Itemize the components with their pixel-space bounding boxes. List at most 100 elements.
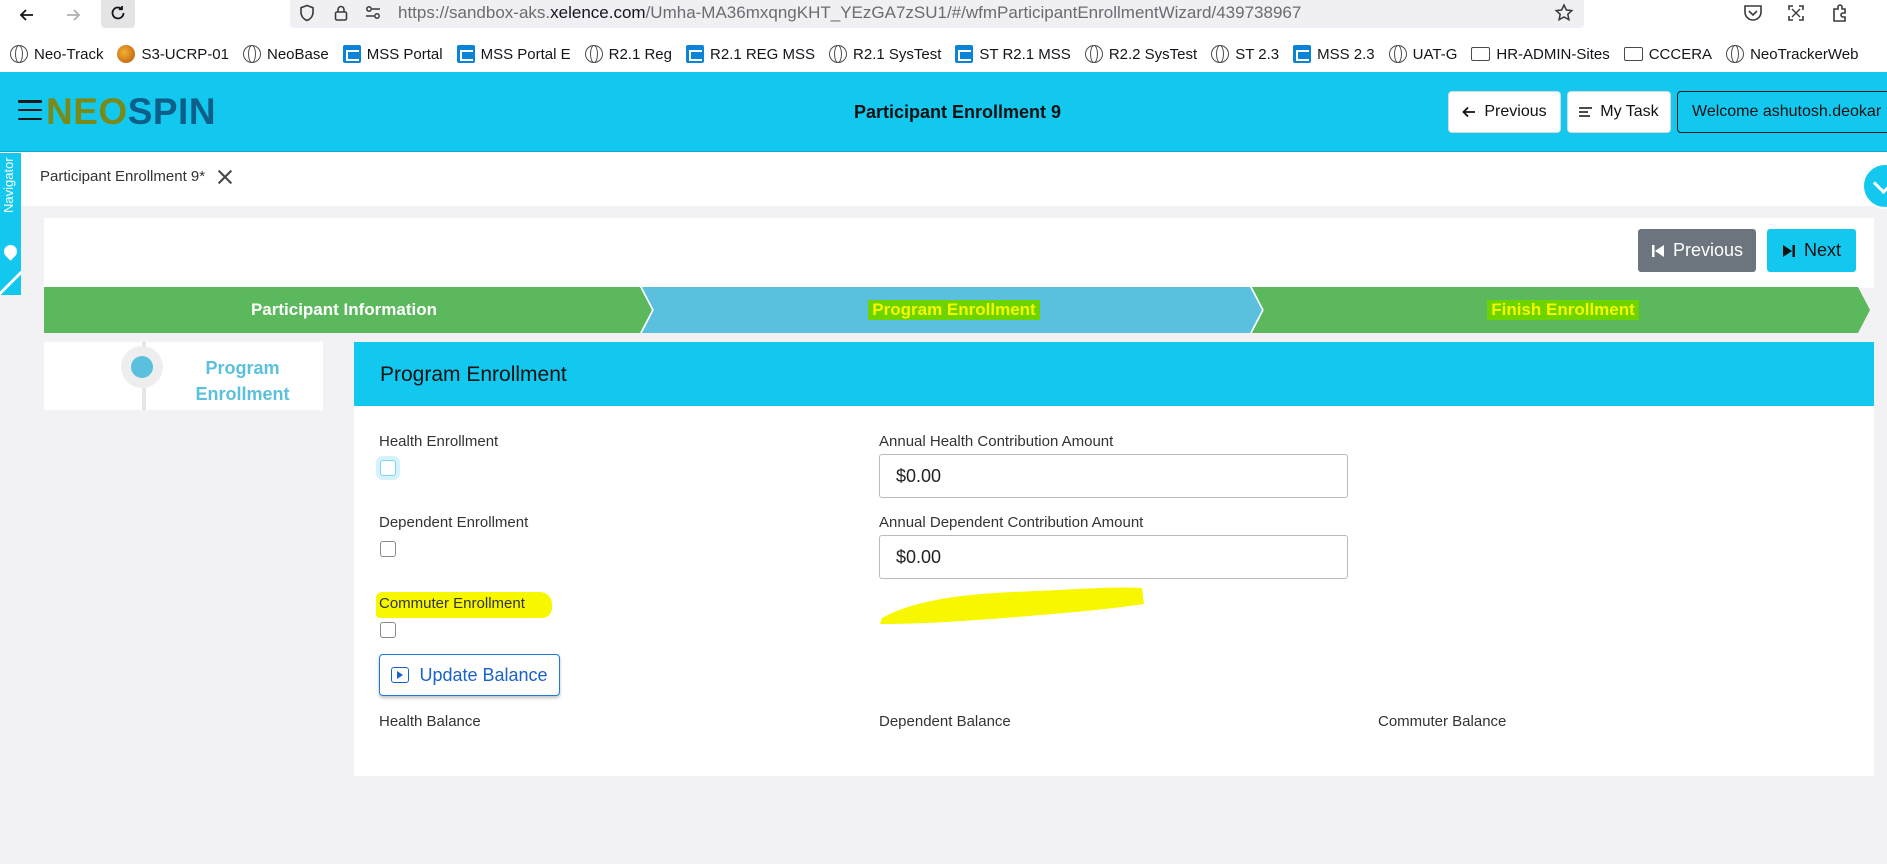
wizard-next-label: Next	[1803, 240, 1841, 260]
step-finish-enrollment[interactable]: Finish Enrollment	[1263, 287, 1863, 333]
user-menu-dropdown[interactable]: Welcome ashutosh.deokar	[1677, 91, 1887, 133]
bookmark-label: ST 2.3	[1235, 45, 1280, 63]
url-prefix: https://sandbox-aks.	[398, 3, 551, 22]
bookmark-item[interactable]: R2.1 SysTest	[829, 45, 941, 63]
bookmark-item[interactable]: Neo-Track	[10, 45, 103, 63]
back-button[interactable]	[12, 2, 42, 28]
bookmark-label: ST R2.1 MSS	[979, 45, 1071, 63]
current-step-dot	[131, 356, 153, 378]
url-path: /Umha-MA36mxqngKHT_YEzGA7zSU1/#/wfmParti…	[645, 3, 1302, 22]
panel-header	[354, 342, 1874, 406]
bookmark-item[interactable]: S3-UCRP-01	[117, 45, 229, 63]
my-task-label: My Task	[1600, 103, 1659, 120]
skip-back-icon	[1651, 244, 1664, 257]
mss-icon	[955, 45, 974, 63]
tab-bar	[0, 152, 1887, 206]
header-previous-label: Previous	[1484, 103, 1547, 120]
bookmark-label: CCCERA	[1648, 45, 1713, 63]
bookmark-label: R2.1 Reg	[608, 45, 672, 63]
bookmark-item[interactable]: MSS 2.3	[1293, 45, 1375, 63]
bookmark-item[interactable]: UAT-G	[1388, 45, 1457, 63]
globe-icon	[1084, 45, 1103, 63]
bookmark-item[interactable]: R2.2 SysTest	[1084, 45, 1198, 63]
globe-icon	[1726, 45, 1745, 63]
commuter-balance-label: Commuter Balance	[1378, 713, 1507, 730]
welcome-label: Welcome ashutosh.deokar	[1692, 103, 1882, 120]
annual-health-contribution-label: Annual Health Contribution Amount	[879, 433, 1114, 450]
site-permissions-icon[interactable]	[364, 4, 382, 22]
panel-title: Program Enrollment	[380, 363, 567, 386]
bookmark-item[interactable]: ST R2.1 MSS	[955, 45, 1071, 63]
screenshot-icon[interactable]	[1785, 2, 1807, 24]
address-bar[interactable]: https://sandbox-aks.xelence.com/Umha-MA3…	[290, 0, 1584, 28]
side-step-label[interactable]: Program Enrollment	[180, 355, 305, 407]
pocket-icon[interactable]	[1742, 2, 1764, 24]
wizard-toolbar	[44, 218, 1874, 288]
wizard-steps: Participant Information Program Enrollme…	[44, 287, 1870, 333]
bookmark-label: R2.1 REG MSS	[709, 45, 816, 63]
bookmark-item[interactable]: NeoTrackerWeb	[1726, 45, 1858, 63]
bookmark-item[interactable]: MSS Portal E	[456, 45, 571, 63]
update-balance-label: Update Balance	[419, 664, 548, 685]
dependent-enrollment-checkbox[interactable]	[380, 541, 396, 557]
step-program-enrollment[interactable]: Program Enrollment	[654, 287, 1254, 333]
header-previous-button[interactable]: Previous	[1448, 91, 1561, 133]
bookmark-item[interactable]: R2.1 REG MSS	[685, 45, 816, 63]
globe-icon	[1388, 45, 1407, 63]
shield-icon[interactable]	[298, 4, 316, 22]
bookmark-label: NeoTrackerWeb	[1750, 45, 1859, 63]
wizard-previous-button[interactable]: Previous	[1638, 229, 1756, 272]
arrow-left-icon	[1462, 106, 1476, 118]
bookmark-item[interactable]: NeoBase	[243, 45, 329, 63]
bookmark-item[interactable]: ST 2.3	[1211, 45, 1279, 63]
bookmark-label: MSS Portal E	[480, 45, 571, 63]
location-pin-icon	[1, 242, 20, 261]
folder-icon	[1623, 47, 1643, 61]
commuter-enrollment-label: Commuter Enrollment	[379, 595, 525, 612]
bookmark-item[interactable]: MSS Portal	[342, 45, 443, 63]
extensions-icon[interactable]	[1828, 2, 1850, 24]
bookmark-label: MSS Portal	[366, 45, 443, 63]
step-participant-information[interactable]: Participant Information	[44, 287, 644, 333]
bookmark-label: R2.2 SysTest	[1108, 45, 1198, 63]
wizard-previous-label: Previous	[1672, 240, 1744, 260]
bookmark-item[interactable]: CCCERA	[1623, 45, 1713, 63]
mss-icon	[1293, 45, 1312, 63]
globe-icon	[10, 45, 28, 63]
bookmark-item[interactable]: R2.1 Reg	[584, 45, 672, 63]
skip-forward-icon	[1782, 244, 1795, 257]
health-enrollment-label: Health Enrollment	[379, 433, 499, 450]
play-icon	[391, 667, 410, 683]
update-balance-button[interactable]: Update Balance	[379, 654, 560, 696]
list-icon	[1579, 107, 1593, 117]
mss-icon	[456, 45, 475, 63]
globe-icon	[584, 45, 603, 63]
annual-dependent-contribution-input[interactable]: $0.00	[879, 535, 1348, 579]
annual-dependent-contribution-label: Annual Dependent Contribution Amount	[879, 514, 1144, 531]
bookmark-item[interactable]: HR-ADMIN-Sites	[1471, 45, 1610, 63]
bookmark-label: HR-ADMIN-Sites	[1496, 45, 1610, 63]
health-enrollment-checkbox[interactable]	[380, 460, 396, 476]
orange-logo-icon	[117, 45, 136, 63]
close-icon[interactable]	[217, 169, 233, 185]
globe-icon	[243, 45, 261, 63]
tab-participant-enrollment[interactable]: Participant Enrollment 9*	[40, 168, 233, 185]
my-task-button[interactable]: My Task	[1567, 91, 1671, 133]
forward-button[interactable]	[58, 2, 88, 28]
bookmark-label: NeoBase	[267, 45, 329, 63]
bookmarks-bar: Neo-Track S3-UCRP-01 NeoBase MSS Portal …	[10, 42, 1858, 66]
navigator-label: Navigator	[1, 157, 16, 213]
url-text[interactable]: https://sandbox-aks.xelence.com/Umha-MA3…	[398, 3, 1301, 23]
wizard-next-button[interactable]: Next	[1767, 229, 1856, 272]
globe-icon	[829, 45, 848, 63]
tab-label: Participant Enrollment 9*	[40, 168, 206, 185]
reload-button[interactable]	[101, 0, 135, 28]
bookmark-star-icon[interactable]	[1554, 3, 1574, 23]
bookmark-label: Neo-Track	[34, 45, 104, 63]
annual-health-contribution-input[interactable]: $0.00	[879, 454, 1348, 498]
back-arrow-icon	[19, 9, 33, 21]
commuter-enrollment-checkbox[interactable]	[380, 622, 396, 638]
navigator-toggle[interactable]: Navigator	[0, 153, 21, 295]
lock-icon[interactable]	[332, 4, 350, 22]
browser-toolbar: https://sandbox-aks.xelence.com/Umha-MA3…	[0, 0, 1887, 72]
